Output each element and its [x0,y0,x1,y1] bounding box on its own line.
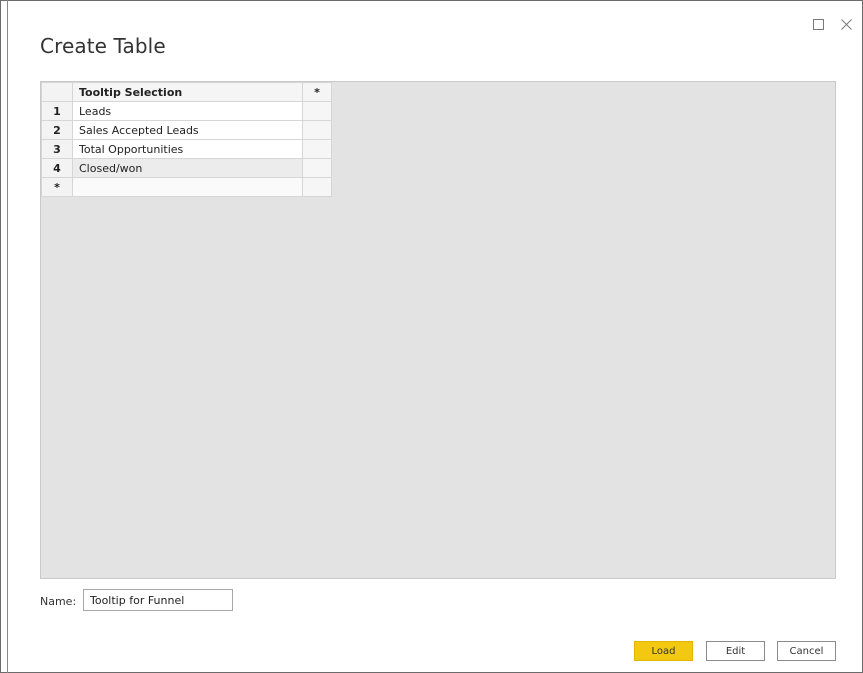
name-label: Name: [40,595,77,608]
new-row-marker[interactable]: * [41,177,73,197]
dialog-title: Create Table [40,34,166,58]
close-icon[interactable] [836,15,856,33]
row-number[interactable]: 4 [41,158,73,178]
maximize-icon[interactable] [808,15,828,33]
empty-cell[interactable] [302,158,332,178]
header-row: Tooltip Selection * [41,82,332,102]
cancel-button[interactable]: Cancel [777,641,836,661]
row-number[interactable]: 1 [41,101,73,121]
table-row: 3 Total Opportunities [41,139,332,159]
table-row: 2 Sales Accepted Leads [41,120,332,140]
table-row: 4 Closed/won [41,158,332,178]
add-column-marker[interactable]: * [302,82,332,102]
table-cell[interactable]: Sales Accepted Leads [72,120,303,140]
row-number[interactable]: 3 [41,139,73,159]
load-button[interactable]: Load [634,641,693,661]
column-header[interactable]: Tooltip Selection [72,82,303,102]
dialog-left-border [7,0,8,673]
table-cell[interactable]: Closed/won [72,158,303,178]
empty-cell[interactable] [302,120,332,140]
empty-cell[interactable] [302,101,332,121]
new-row: * [41,177,332,197]
row-number[interactable]: 2 [41,120,73,140]
table-cell[interactable]: Total Opportunities [72,139,303,159]
new-row-cell[interactable] [72,177,303,197]
table-cell[interactable]: Leads [72,101,303,121]
table-row: 1 Leads [41,101,332,121]
edit-button[interactable]: Edit [706,641,765,661]
empty-cell[interactable] [302,177,332,197]
table-name-input[interactable] [83,589,233,611]
data-grid: Tooltip Selection * 1 Leads 2 Sales Acce… [41,82,332,197]
table-editor-area[interactable]: Tooltip Selection * 1 Leads 2 Sales Acce… [40,81,836,579]
corner-cell[interactable] [41,82,73,102]
empty-cell[interactable] [302,139,332,159]
